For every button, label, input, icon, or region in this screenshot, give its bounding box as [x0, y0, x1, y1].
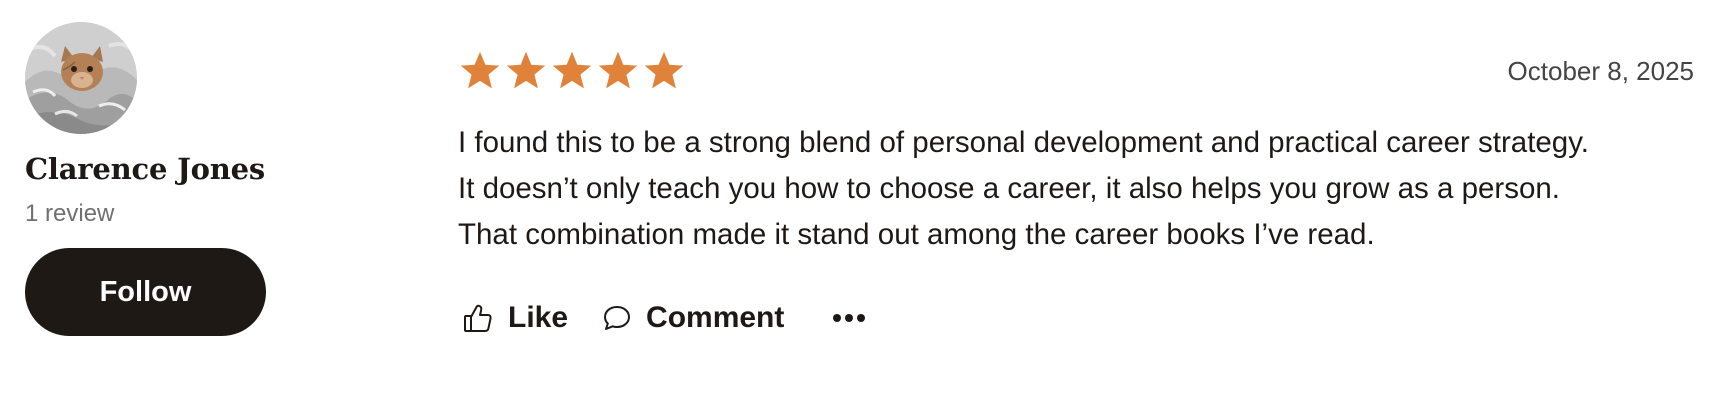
- cat-avatar-image: [25, 22, 137, 134]
- thumbs-up-icon: [462, 302, 494, 334]
- avatar[interactable]: [25, 22, 137, 134]
- star-icon: [506, 51, 546, 89]
- review-text: I found this to be a strong blend of per…: [458, 120, 1694, 258]
- like-label: Like: [508, 301, 569, 334]
- review-text-line: I found this to be a strong blend of per…: [458, 126, 1589, 159]
- speech-bubble-icon: [602, 303, 632, 333]
- review-date[interactable]: October 8, 2025: [1508, 56, 1694, 87]
- more-horizontal-icon: [832, 313, 866, 323]
- star-icon: [644, 51, 684, 89]
- more-options-button[interactable]: [832, 298, 880, 338]
- review-header: October 8, 2025: [458, 48, 1694, 94]
- star-rating: [458, 49, 686, 93]
- reviewer-name[interactable]: Clarence Jones: [25, 152, 325, 186]
- comment-label: Comment: [646, 301, 785, 334]
- follow-button[interactable]: Follow: [25, 248, 266, 336]
- review-actions: Like Comment: [462, 298, 1694, 338]
- like-button[interactable]: Like: [462, 301, 568, 335]
- star-icon: [460, 51, 500, 89]
- review-text-line: It doesn’t only teach you how to choose …: [458, 172, 1560, 205]
- comment-button[interactable]: Comment: [602, 301, 784, 335]
- review-count: 1 review: [25, 200, 115, 227]
- reviewer-card: Clarence Jones 1 review Follow: [25, 22, 325, 336]
- review-text-line: That combination made it stand out among…: [458, 218, 1375, 251]
- review-body: October 8, 2025 I found this to be a str…: [458, 48, 1694, 338]
- star-icon: [552, 51, 592, 89]
- star-icon: [598, 51, 638, 89]
